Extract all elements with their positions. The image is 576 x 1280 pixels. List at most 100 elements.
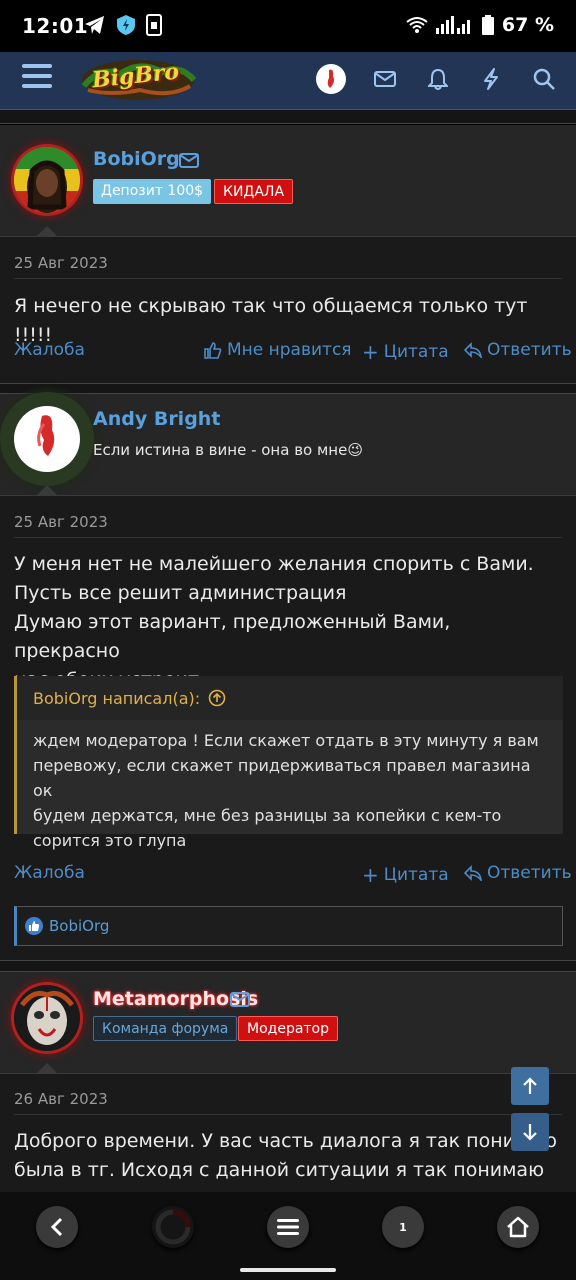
arrow-up-icon [523,1077,537,1094]
thumbs-up-icon [204,342,222,359]
post-1: 25 Авг 2023 Я нечего не скрываю так что … [0,226,576,383]
post-actions: Жалоба Мне нравится + Цитата Ответить [14,340,572,364]
alerts-button[interactable] [421,62,455,96]
browser-logo-icon [155,1209,191,1245]
text-line: У меня нет не малейшего желания спорить … [14,553,534,575]
like-button[interactable]: Мне нравится [204,340,352,360]
arrow-up-circle-icon[interactable] [208,689,226,707]
telegram-icon [85,16,104,34]
avatar [316,64,346,94]
badge-moderator: Модератор [238,1016,339,1041]
quote-line: перевожу, если скажет придерживаться пра… [33,756,531,800]
mail-icon[interactable] [230,992,250,1007]
sim-icon [146,14,162,36]
post-text: У меня нет не малейшего желания спорить … [14,550,562,695]
divider [0,960,576,972]
back-icon [50,1217,63,1237]
menu-button[interactable] [267,1206,309,1248]
quote-button[interactable]: + Цитата [362,340,449,364]
like-reaction-icon [25,917,43,935]
search-button[interactable] [527,62,561,96]
bell-icon [428,68,448,90]
quote-line: сорится это глупа [33,831,187,850]
divider [14,1114,562,1115]
post-3: 26 Авг 2023 Доброго времени. У вас часть… [0,1063,576,1210]
text-line: Пусть все решит администрация [14,582,347,604]
reply-button[interactable]: Ответить [464,863,572,883]
home-icon [507,1216,529,1238]
post-actions: Жалоба + Цитата Ответить [14,863,572,887]
gesture-bar[interactable] [240,1268,336,1272]
user-arrow [36,1063,58,1074]
search-icon [533,68,555,90]
divider [14,278,562,279]
user-status: Если истина в вине - она во мне😉 [93,441,363,459]
signal-icon [435,16,470,34]
avatar[interactable] [14,985,80,1051]
reactions-bar[interactable]: BobiOrg [14,906,563,946]
quote-label: Цитата [383,865,449,885]
avatar[interactable] [14,147,80,213]
avatar[interactable] [14,406,80,472]
quote-text: ждем модератора ! Если скажет отдать в э… [17,720,563,865]
home-button[interactable] [497,1206,539,1248]
whats-new-button[interactable] [474,62,508,96]
quote-line: ждем модератора ! Если скажет отдать в э… [33,731,539,750]
quote-label: Цитата [383,342,449,362]
liked-by-user[interactable]: BobiOrg [49,917,109,935]
mail-icon [374,71,396,87]
badge-scammer: КИДАЛА [214,179,294,204]
battery-icon [481,15,494,35]
divider [0,383,576,394]
quote-block: BobiOrg написал(а): ждем модератора ! Ес… [14,676,563,850]
badge-deposit: Депозит 100$ [93,179,212,204]
reply-button[interactable]: Ответить [464,340,572,360]
scroll-bottom-button[interactable] [511,1113,549,1151]
vpn-shield-icon [117,15,135,35]
tabs-icon: 1 [399,1220,407,1234]
menu-icon[interactable] [22,64,52,92]
tabs-button[interactable]: 1 [382,1206,424,1248]
mail-icon[interactable] [179,153,199,168]
scroll-top-button[interactable] [511,1067,549,1105]
quote-line: будем держатся, мне без разницы за копей… [33,806,502,825]
user-avatar-button[interactable] [314,62,348,96]
quote-button[interactable]: + Цитата [362,863,449,887]
wifi-icon [406,17,428,33]
forum-header: BigBro [0,52,576,110]
divider [14,537,562,538]
arrow-down-icon [523,1124,537,1141]
reply-icon [464,865,482,881]
post-date[interactable]: 25 Авг 2023 [14,513,108,531]
bolt-icon [484,68,498,90]
reply-icon [464,342,482,358]
browser-logo-button[interactable] [152,1206,194,1248]
divider [0,110,576,124]
quote-author: BobiOrg написал(а): [33,688,201,708]
browser-navbar: 1 [0,1192,576,1280]
back-button[interactable] [36,1206,78,1248]
battery-percent: 67 % [501,14,554,36]
status-time: 12:01 [22,14,89,38]
post-3-user-block: Metamorphosis Команда форума Модератор [0,972,576,1074]
post-1-username[interactable]: BobiOrg [93,148,180,170]
user-arrow [36,485,58,496]
badge-forum-team: Команда форума [93,1016,238,1041]
reply-label: Ответить [487,863,572,883]
report-link[interactable]: Жалоба [14,340,85,360]
like-label: Мне нравится [227,340,352,360]
post-2-user-block: Andy Bright Если истина в вине - она во … [0,394,576,496]
post-2-username[interactable]: Andy Bright [93,408,220,430]
quote-header[interactable]: BobiOrg написал(а): [17,676,563,720]
post-date[interactable]: 25 Авг 2023 [14,254,108,272]
post-1-user-block: BobiOrg Депозит 100$ КИДАЛА [0,125,576,237]
user-arrow [36,226,58,237]
text-line: Доброго времени. У вас часть диалога я т… [14,1130,557,1152]
report-link[interactable]: Жалоба [14,863,85,883]
menu-icon [277,1219,299,1235]
text-line: Думаю этот вариант, предложенный Вами, п… [14,611,451,662]
reply-label: Ответить [487,340,572,360]
post-date[interactable]: 26 Авг 2023 [14,1090,108,1108]
plus-icon: + [362,340,379,364]
mail-button[interactable] [368,62,402,96]
